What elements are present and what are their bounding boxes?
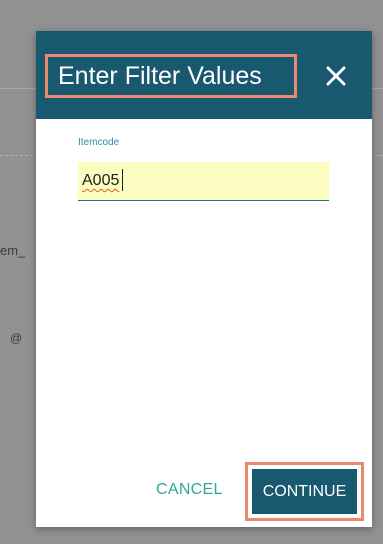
background-text: @	[10, 331, 23, 345]
dialog-title: Enter Filter Values	[58, 62, 262, 90]
continue-highlight-box: CONTINUE	[245, 462, 364, 521]
itemcode-input[interactable]	[78, 162, 329, 201]
continue-button[interactable]: CONTINUE	[252, 469, 357, 514]
filter-dialog: Enter Filter Values Itemcode A005 CANCEL…	[36, 31, 372, 527]
background-text: em_	[0, 243, 26, 258]
dialog-header: Enter Filter Values	[36, 31, 372, 119]
title-highlight-box: Enter Filter Values	[45, 54, 297, 98]
close-icon	[326, 66, 346, 86]
itemcode-label: Itemcode	[78, 137, 120, 148]
close-button[interactable]	[321, 61, 351, 91]
cancel-button[interactable]: CANCEL	[156, 481, 223, 499]
